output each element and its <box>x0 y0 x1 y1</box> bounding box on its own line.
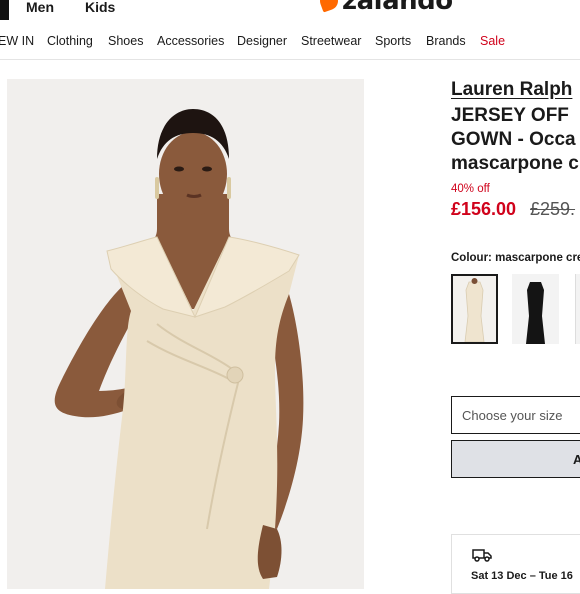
current-price: £156.00 <box>451 199 517 219</box>
colour-value: mascarpone cre <box>495 252 580 264</box>
nav-item-accessories[interactable]: Accessories <box>157 34 224 48</box>
logo-text: zalando <box>342 0 453 16</box>
product-title: JERSEY OFF GOWN - Occa mascarpone c <box>451 104 580 176</box>
original-price: £259. <box>530 199 576 219</box>
colour-label: Colour: <box>451 252 492 264</box>
nav-item-brands[interactable]: Brands <box>426 34 466 48</box>
size-placeholder: Choose your size <box>462 407 563 423</box>
nav-item-shoes[interactable]: Shoes <box>108 34 143 48</box>
brand-link[interactable]: Lauren Ralph <box>451 79 572 101</box>
colour-swatch-black[interactable] <box>512 274 559 344</box>
swatch-dress-cream-icon <box>464 278 485 342</box>
size-select[interactable]: Choose your size <box>451 396 580 434</box>
nav-item-sale[interactable]: Sale <box>480 34 505 48</box>
nav-item-clothing[interactable]: Clothing <box>47 34 93 48</box>
add-to-bag-label: A <box>573 452 580 467</box>
zalando-logo[interactable]: zalando <box>317 0 453 16</box>
truck-icon <box>472 549 492 562</box>
swatch-dress-black-icon <box>526 282 545 344</box>
product-title-line: mascarpone c <box>451 153 579 174</box>
tab-men[interactable]: Men <box>26 0 54 15</box>
colour-row: Colour: mascarpone cre <box>451 252 580 264</box>
nav-item-sports[interactable]: Sports <box>375 34 411 48</box>
nav-item-designer[interactable]: Designer <box>237 34 287 48</box>
tab-kids[interactable]: Kids <box>85 0 115 15</box>
nav-item-new-in[interactable]: EW IN <box>0 34 34 48</box>
top-bar: Men Kids zalando <box>0 0 580 22</box>
colour-swatch-more[interactable] <box>575 274 580 344</box>
product-title-line: GOWN - Occa <box>451 129 576 150</box>
delivery-info: Sat 13 Dec – Tue 16 <box>451 534 580 594</box>
colour-swatch-mascarpone[interactable] <box>451 274 498 344</box>
model-illustration <box>7 79 364 589</box>
nav-item-streetwear[interactable]: Streetwear <box>301 34 361 48</box>
active-tab-marker <box>0 0 9 20</box>
zalando-logo-icon <box>317 0 341 13</box>
nav-divider <box>0 59 580 60</box>
add-to-bag-button[interactable]: A <box>451 440 580 478</box>
discount-label: 40% off <box>451 183 490 195</box>
product-title-line: JERSEY OFF <box>451 105 569 126</box>
delivery-date: Sat 13 Dec – Tue 16 <box>471 570 573 582</box>
category-nav: EW IN Clothing Shoes Accessories Designe… <box>0 34 580 52</box>
product-image[interactable] <box>7 79 364 589</box>
